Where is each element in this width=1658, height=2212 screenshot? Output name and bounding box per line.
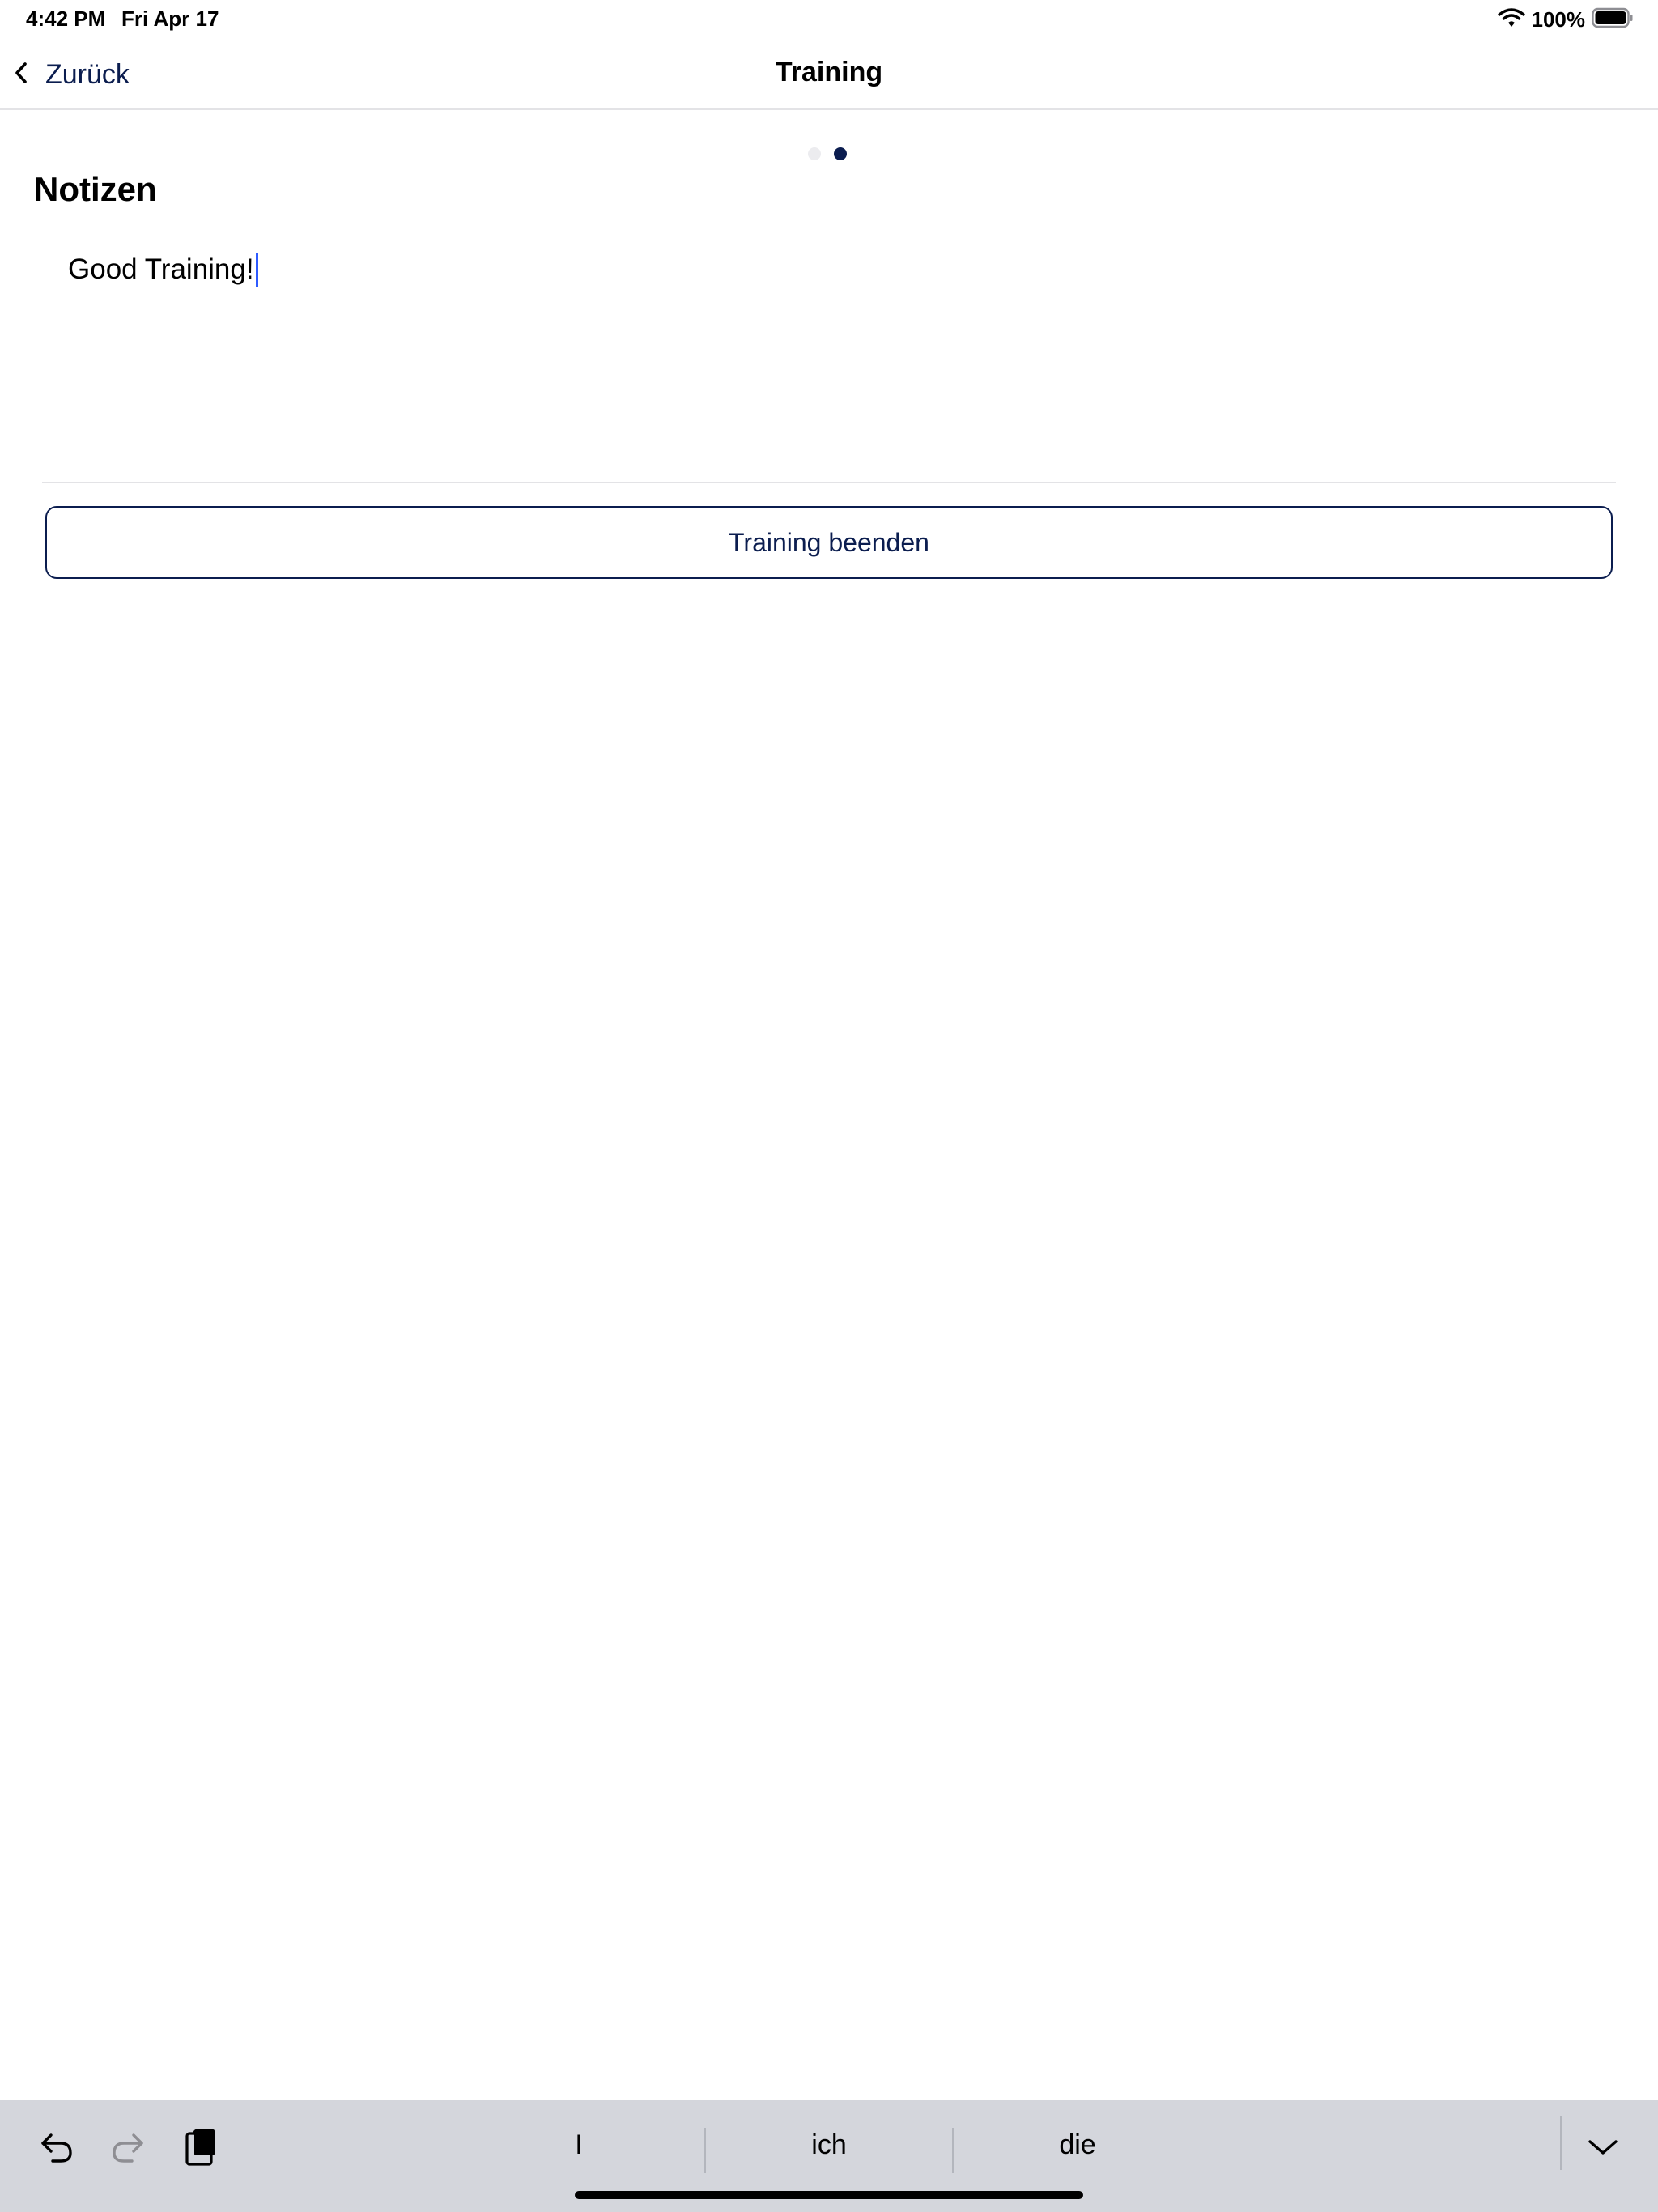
suggestion-1[interactable]: I [453,2116,704,2173]
notes-text-content: Good Training! [68,253,258,287]
notes-value: Good Training! [68,253,254,285]
notes-section-title: Notizen [34,170,157,208]
page-dot-2-active[interactable] [834,147,847,160]
navigation-bar: Zurück Training [0,39,1658,110]
redo-icon[interactable] [104,2123,152,2172]
status-bar: 4:42 PM Fri Apr 17 100% [0,0,1658,39]
dismiss-keyboard-icon[interactable] [1579,2123,1627,2172]
suggestion-3[interactable]: die [954,2116,1201,2173]
home-indicator[interactable] [575,2191,1083,2199]
undo-icon[interactable] [32,2123,81,2172]
status-time: 4:42 PM [26,6,106,31]
page-indicator[interactable] [808,147,847,160]
notes-text-area[interactable]: Good Training! [42,243,1616,478]
page-title: Training [775,57,883,87]
finish-training-button[interactable]: Training beenden [45,506,1613,579]
toolbar-separator [1560,2116,1562,2170]
text-caret [255,253,258,287]
battery-percentage: 100% [1531,6,1586,32]
page-dot-1[interactable] [808,147,821,160]
suggestion-2[interactable]: ich [706,2116,952,2173]
wifi-icon [1497,7,1525,32]
battery-icon [1592,7,1634,32]
status-indicators: 100% [1497,6,1635,32]
status-date: Fri Apr 17 [121,6,219,31]
notes-divider [42,482,1616,483]
paste-icon[interactable] [176,2123,225,2172]
